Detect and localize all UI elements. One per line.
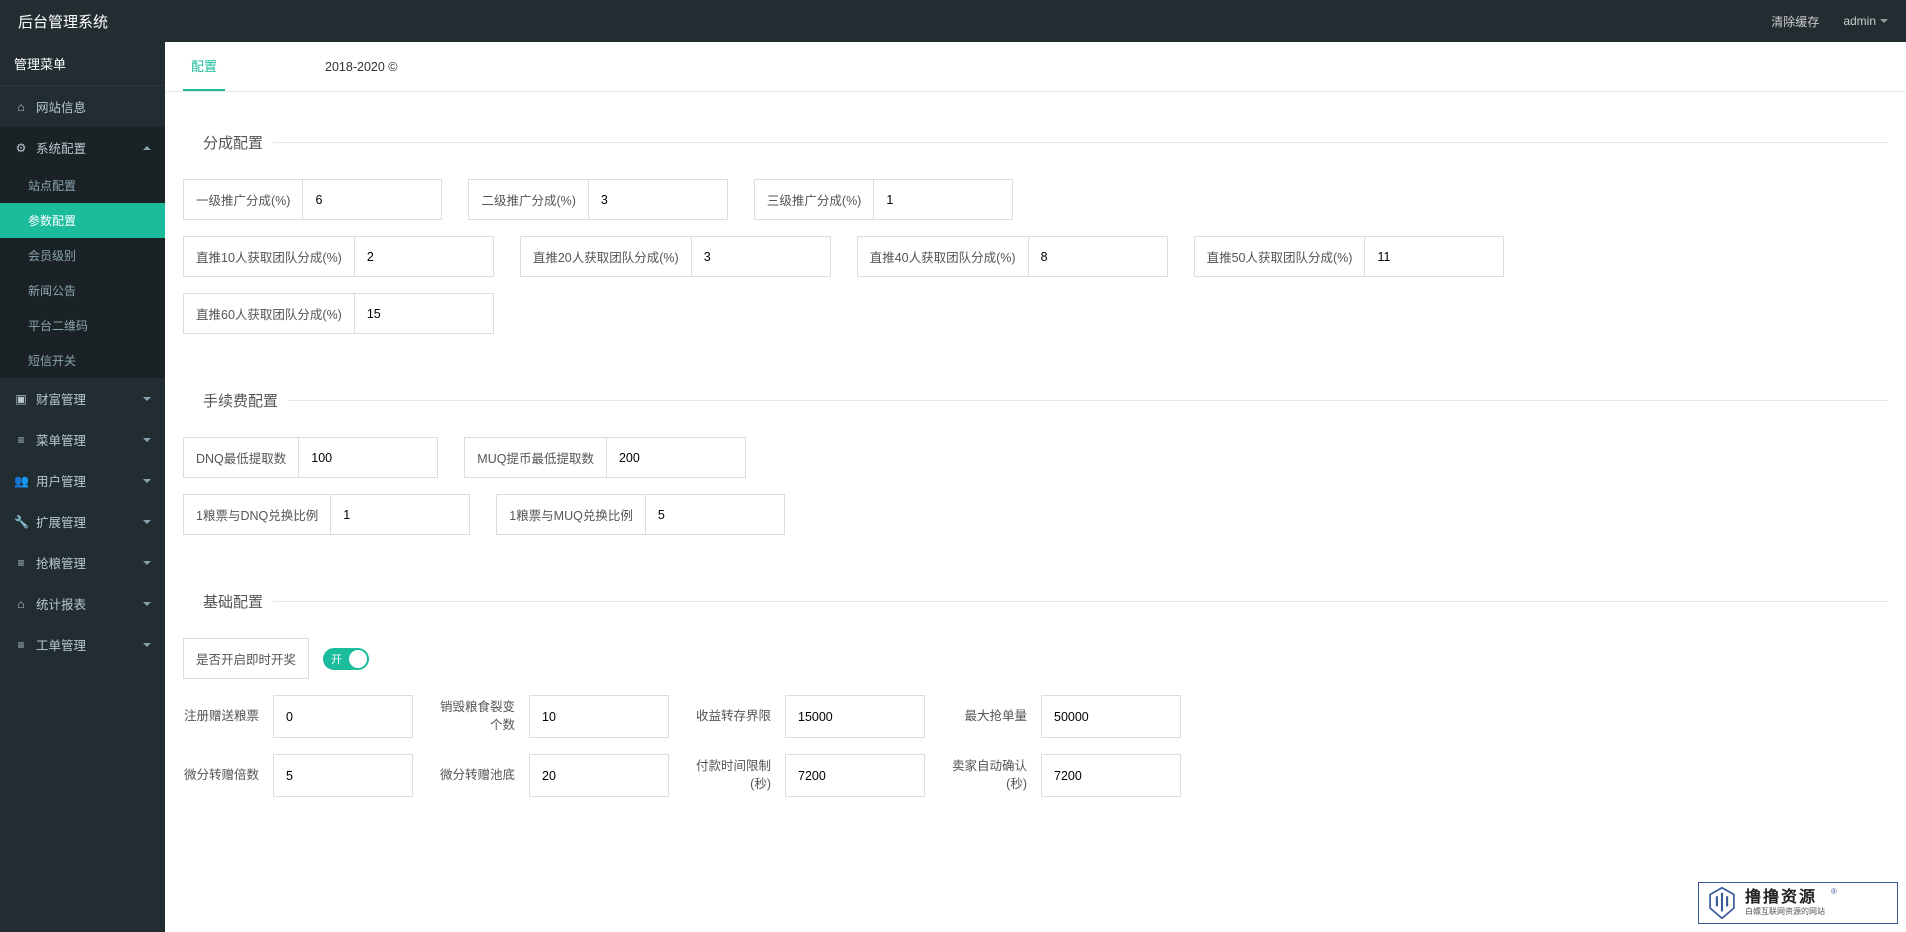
label-direct50: 直推50人获取团队分成(%): [1194, 236, 1365, 277]
sidebar-sub-news[interactable]: 新闻公告: [0, 273, 165, 308]
section-basic: 基础配置 是否开启即时开奖 开 注册赠送粮票 销毁粮食裂变个数 收益转存界限 最…: [183, 591, 1888, 813]
sidebar-item-wealth[interactable]: ▣财富管理: [0, 378, 165, 419]
chevron-down-icon: [143, 561, 151, 565]
label-direct10: 直推10人获取团队分成(%): [183, 236, 354, 277]
sidebar-item-site-info[interactable]: ⌂网站信息: [0, 86, 165, 127]
home-icon: ⌂: [14, 100, 28, 114]
label-auto-confirm: 卖家自动确认(秒): [951, 754, 1041, 797]
sidebar-item-tickets[interactable]: ≡工单管理: [0, 624, 165, 665]
sidebar-sub-site-config[interactable]: 站点配置: [0, 168, 165, 203]
label-micro-base: 微分转赠池底: [439, 754, 529, 797]
chevron-down-icon: [143, 479, 151, 483]
wrench-icon: 🔧: [14, 515, 28, 529]
input-direct40[interactable]: [1028, 236, 1168, 277]
list-icon: ≡: [14, 433, 28, 447]
label-profit-limit: 收益转存界限: [695, 695, 785, 738]
watermark-logo: 撸撸资源 白嫖互联网资源的网站 ®: [1698, 882, 1898, 924]
cogs-icon: ⚙: [14, 141, 28, 155]
input-ratio-dnq[interactable]: [330, 494, 470, 535]
input-register-gift[interactable]: [273, 695, 413, 738]
label-max-order: 最大抢单量: [951, 695, 1041, 738]
label-register-gift: 注册赠送粮票: [183, 695, 273, 738]
user-menu[interactable]: admin: [1843, 14, 1888, 28]
input-auto-confirm[interactable]: [1041, 754, 1181, 797]
label-direct40: 直推40人获取团队分成(%): [857, 236, 1028, 277]
input-direct20[interactable]: [691, 236, 831, 277]
registered-icon: ®: [1831, 887, 1837, 896]
top-navbar: 后台管理系统 清除缓存 admin: [0, 0, 1906, 42]
chevron-down-icon: [143, 643, 151, 647]
chevron-up-icon: [143, 146, 151, 150]
chevron-down-icon: [143, 602, 151, 606]
input-direct50[interactable]: [1364, 236, 1504, 277]
input-max-order[interactable]: [1041, 695, 1181, 738]
input-ratio-muq[interactable]: [645, 494, 785, 535]
label-muq-min: MUQ提币最低提取数: [464, 437, 606, 478]
clear-cache-link[interactable]: 清除缓存: [1771, 13, 1819, 30]
switch-knob-icon: [349, 650, 367, 668]
copyright-text: 2018-2020 ©: [325, 60, 397, 74]
input-muq-min[interactable]: [606, 437, 746, 478]
label-pay-timeout: 付款时间限制(秒): [695, 754, 785, 797]
label-ratio-dnq: 1粮票与DNQ兑换比例: [183, 494, 330, 535]
label-level2: 二级推广分成(%): [468, 179, 587, 220]
sidebar-item-users[interactable]: 👥用户管理: [0, 460, 165, 501]
input-level3[interactable]: [873, 179, 1013, 220]
label-instant-lottery: 是否开启即时开奖: [183, 638, 309, 679]
section-commission: 分成配置 一级推广分成(%) 二级推广分成(%) 三级推广分成(%) 直推10人…: [183, 132, 1888, 350]
list-icon: ≡: [14, 556, 28, 570]
input-direct10[interactable]: [354, 236, 494, 277]
label-level3: 三级推广分成(%): [754, 179, 873, 220]
input-micro-base[interactable]: [529, 754, 669, 797]
label-ratio-muq: 1粮票与MUQ兑换比例: [496, 494, 645, 535]
label-destroy-split: 销毁粮食裂变个数: [439, 695, 529, 738]
input-direct60[interactable]: [354, 293, 494, 334]
sidebar-sub-param-config[interactable]: 参数配置: [0, 203, 165, 238]
input-level1[interactable]: [302, 179, 442, 220]
input-destroy-split[interactable]: [529, 695, 669, 738]
label-direct60: 直推60人获取团队分成(%): [183, 293, 354, 334]
sidebar-item-grab[interactable]: ≡抢粮管理: [0, 542, 165, 583]
sidebar-item-extensions[interactable]: 🔧扩展管理: [0, 501, 165, 542]
sidebar: 管理菜单 ⌂网站信息 ⚙系统配置 站点配置 参数配置 会员级别 新闻公告 平台二…: [0, 42, 165, 932]
label-level1: 一级推广分成(%): [183, 179, 302, 220]
wallet-icon: ▣: [14, 392, 28, 406]
chevron-down-icon: [143, 438, 151, 442]
caret-down-icon: [1880, 19, 1888, 23]
main-content: 配置 2018-2020 © 分成配置 一级推广分成(%) 二级推广分成(%) …: [165, 42, 1906, 932]
watermark-icon: [1705, 886, 1739, 920]
sidebar-item-reports[interactable]: ⌂统计报表: [0, 583, 165, 624]
sidebar-sub-member-level[interactable]: 会员级别: [0, 238, 165, 273]
input-dnq-min[interactable]: [298, 437, 438, 478]
list-icon: ≡: [14, 638, 28, 652]
input-pay-timeout[interactable]: [785, 754, 925, 797]
input-micro-multi[interactable]: [273, 754, 413, 797]
watermark-main: 撸撸资源: [1745, 890, 1825, 906]
tab-config[interactable]: 配置: [183, 42, 225, 91]
tabs-bar: 配置 2018-2020 ©: [165, 42, 1906, 92]
watermark-sub: 白嫖互联网资源的网站: [1745, 908, 1825, 916]
label-dnq-min: DNQ最低提取数: [183, 437, 298, 478]
toggle-instant-lottery[interactable]: 开: [323, 648, 369, 670]
users-icon: 👥: [14, 474, 28, 488]
chevron-down-icon: [143, 520, 151, 524]
label-direct20: 直推20人获取团队分成(%): [520, 236, 691, 277]
sidebar-sub-qrcode[interactable]: 平台二维码: [0, 308, 165, 343]
legend-fee: 手续费配置: [183, 390, 288, 411]
input-level2[interactable]: [588, 179, 728, 220]
brand-title: 后台管理系统: [18, 11, 108, 32]
sidebar-item-menu[interactable]: ≡菜单管理: [0, 419, 165, 460]
sidebar-sub-sms[interactable]: 短信开关: [0, 343, 165, 378]
home-icon: ⌂: [14, 597, 28, 611]
input-profit-limit[interactable]: [785, 695, 925, 738]
sidebar-heading: 管理菜单: [0, 42, 165, 86]
legend-commission: 分成配置: [183, 132, 273, 153]
label-micro-multi: 微分转赠倍数: [183, 754, 273, 797]
section-fee: 手续费配置 DNQ最低提取数 MUQ提币最低提取数 1粮票与DNQ兑换比例 1粮…: [183, 390, 1888, 551]
legend-basic: 基础配置: [183, 591, 273, 612]
chevron-down-icon: [143, 397, 151, 401]
sidebar-item-system-config[interactable]: ⚙系统配置: [0, 127, 165, 168]
